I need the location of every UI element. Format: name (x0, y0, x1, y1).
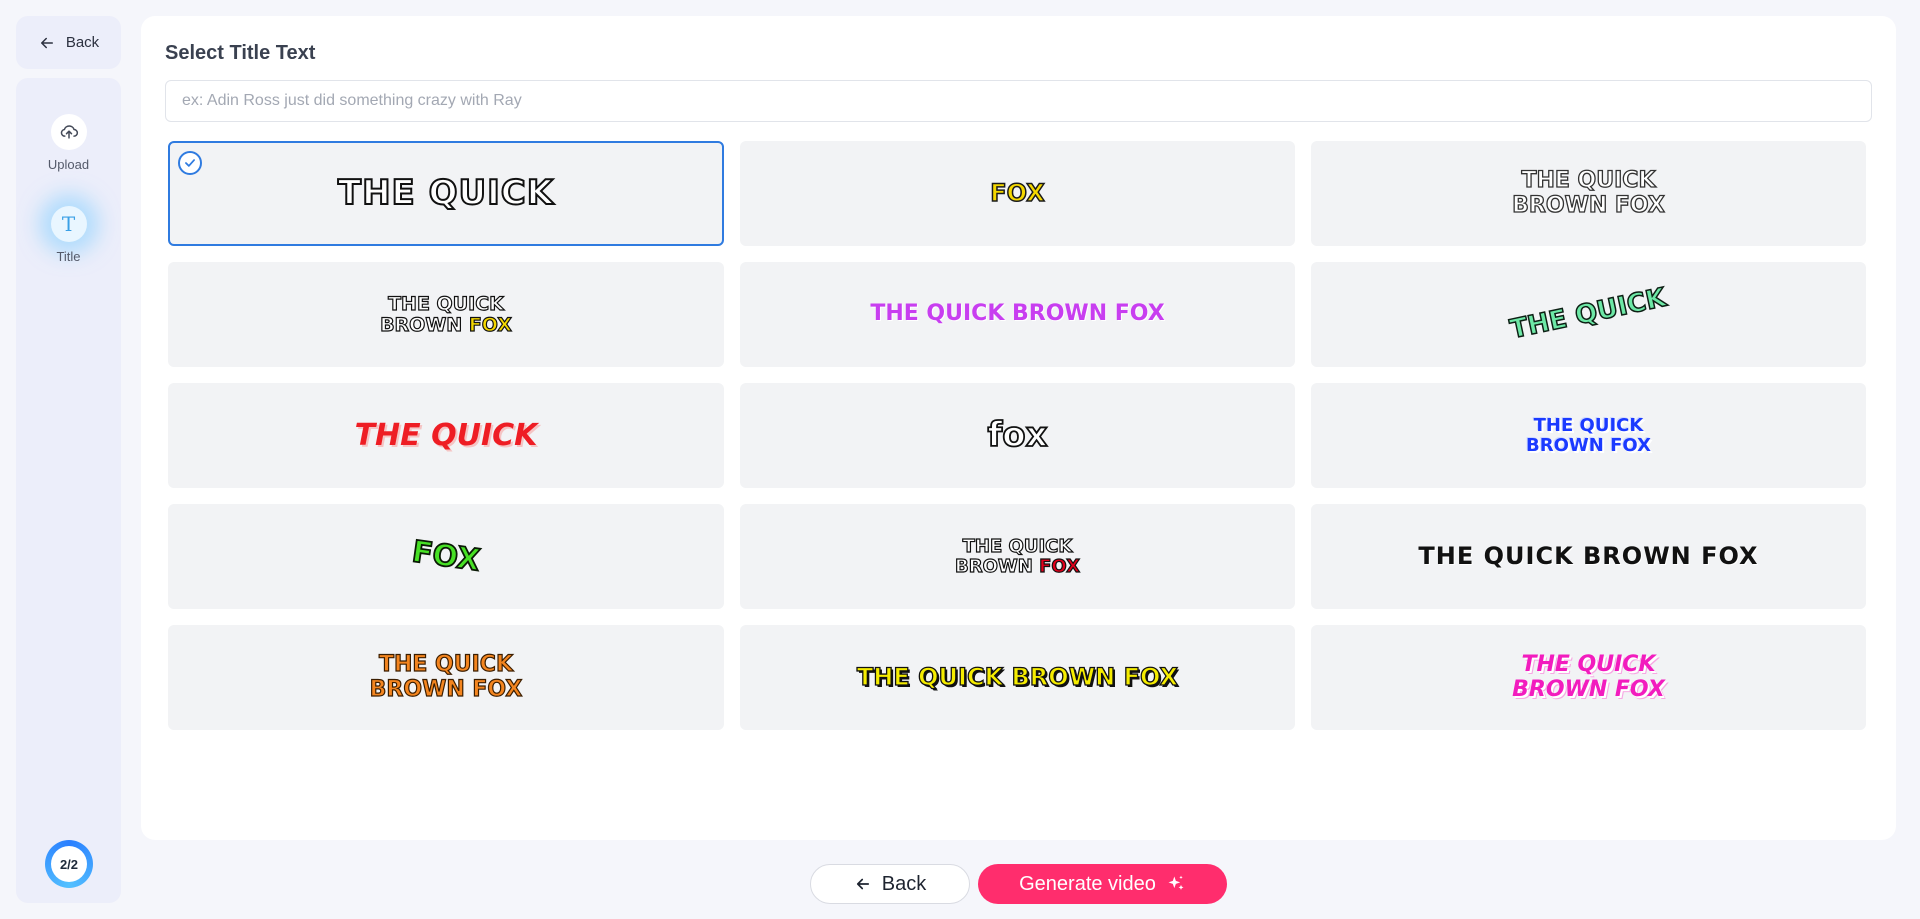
style-preview-highlight: FOX (1039, 555, 1081, 577)
title-style-card[interactable]: THE QUICK BROWN FOX (168, 625, 724, 730)
style-preview-text: FOX (409, 534, 483, 580)
sidebar-item-upload[interactable]: Upload (16, 114, 121, 172)
style-preview-text: THE QUICK BROWN FOX (1512, 652, 1665, 702)
back-button-label: Back (65, 34, 100, 51)
title-style-grid: THE QUICK FOX THE QUICK BROWN FOX THE QU… (168, 141, 1868, 730)
style-preview-text: THE QUICK (337, 172, 555, 213)
sidebar-item-label: Upload (47, 157, 90, 172)
style-preview-text: THE QUICK BROWN FOX (379, 292, 512, 336)
style-preview-text: THE QUICK BROWN FOX (856, 663, 1179, 692)
step-sidebar: Upload T Title (16, 78, 121, 903)
sparkle-icon (1168, 875, 1184, 890)
style-preview-text: THE QUICK BROWN FOX (1418, 542, 1759, 571)
title-style-card[interactable]: THE QUICK (168, 383, 724, 488)
style-preview-text: THE QUICK BROWN FOX (870, 301, 1165, 327)
sidebar-item-label: Title (56, 249, 81, 264)
title-style-card[interactable]: THE QUICK BROWN FOX (1311, 504, 1866, 609)
generate-video-button[interactable]: Generate video (978, 864, 1227, 904)
back-button-top[interactable]: Back (16, 16, 121, 69)
back-button-label: Back (881, 872, 927, 895)
title-style-card[interactable]: THE QUICK BROWN FOX (168, 262, 724, 367)
page-title: Select Title Text (165, 42, 316, 64)
style-preview-text: THE QUICK BROWN FOX (369, 652, 523, 702)
arrow-left-icon (856, 878, 869, 890)
style-preview-text: THE QUICK BROWN FOX (1512, 168, 1666, 218)
title-style-card[interactable]: THE QUICK BROWN FOX (740, 262, 1295, 367)
selected-check-icon (178, 151, 202, 175)
back-button[interactable]: Back (810, 864, 970, 904)
title-style-card[interactable]: THE QUICK BROWN FOX (740, 625, 1295, 730)
title-style-card[interactable]: THE QUICK BROWN FOX (1311, 625, 1866, 730)
style-preview-text: THE QUICK BROWN FOX (954, 535, 1081, 577)
title-text-input[interactable] (165, 80, 1872, 122)
title-style-card[interactable]: THE QUICK BROWN FOX (1311, 383, 1866, 488)
style-preview-text: THE QUICK (1507, 282, 1670, 346)
style-preview-text: FOX (990, 179, 1046, 208)
sidebar-item-title[interactable]: T Title (16, 206, 121, 264)
title-style-card[interactable]: THE QUICK BROWN FOX (740, 504, 1295, 609)
title-style-card[interactable]: FOX (740, 141, 1295, 246)
text-t-icon: T (61, 212, 76, 236)
main-panel: Select Title Text THE QUICK FOX THE QUIC… (141, 16, 1896, 840)
step-progress-indicator: 2/2 (45, 840, 93, 888)
title-style-card[interactable]: fox (740, 383, 1295, 488)
title-style-card[interactable]: THE QUICK (168, 141, 724, 246)
step-count: 2/2 (51, 846, 87, 882)
style-preview-text: THE QUICK (354, 418, 538, 453)
title-style-card[interactable]: FOX (168, 504, 724, 609)
style-preview-text: fox (987, 414, 1049, 455)
title-style-card[interactable]: THE QUICK (1311, 262, 1866, 367)
style-preview-highlight: FOX (468, 313, 512, 336)
cloud-upload-icon (60, 125, 78, 139)
title-style-card[interactable]: THE QUICK BROWN FOX (1311, 141, 1866, 246)
style-preview-text: THE QUICK BROWN FOX (1526, 414, 1651, 456)
generate-button-label: Generate video (1019, 872, 1156, 895)
arrow-left-icon (40, 37, 53, 48)
